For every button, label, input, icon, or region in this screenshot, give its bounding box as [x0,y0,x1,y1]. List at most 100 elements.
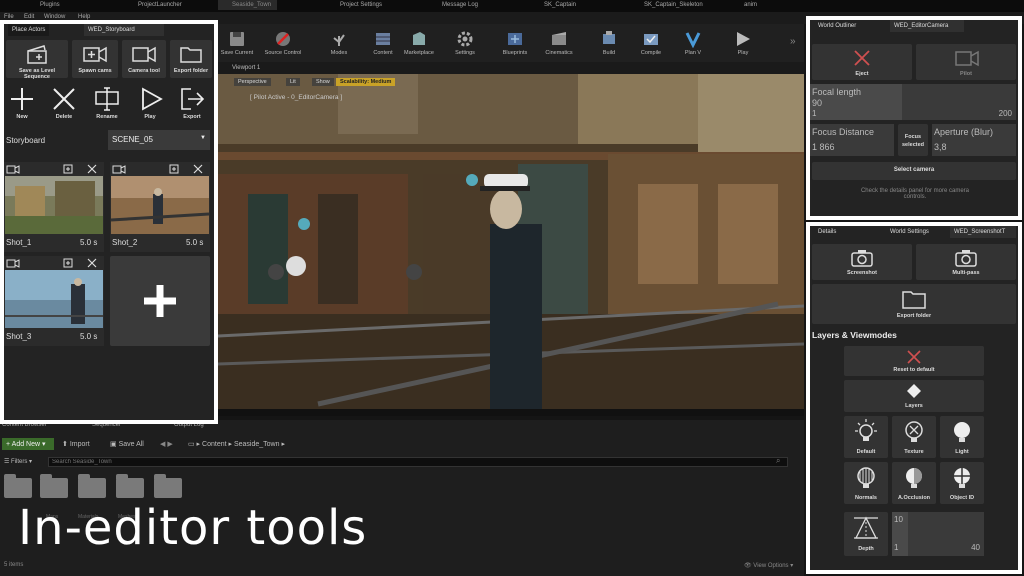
viewport-show-button[interactable]: Show [312,78,334,86]
compile-button[interactable]: Compile [632,28,670,60]
viewmode-occlusion-button[interactable]: A.Occlusion [892,462,936,504]
pilot-button[interactable]: Pilot [916,44,1016,80]
focus-distance-field[interactable]: Focus Distance 1 866 [810,124,894,156]
viewport-scene[interactable]: Perspective Lit Show Scalability: Medium… [218,74,804,416]
eject-button[interactable]: Eject [812,44,912,80]
play-shot-button[interactable]: Play [134,84,166,122]
save-level-sequence-button[interactable]: Save as Level Sequence [6,40,68,80]
viewmode-texture-button[interactable]: Texture [892,416,936,458]
shot-card[interactable]: Shot_1 5.0 s [4,162,104,252]
shot-card[interactable]: Shot_2 5.0 s [110,162,210,252]
shot-card[interactable]: Shot_3 5.0 s [4,256,104,346]
window-tab[interactable]: Project Settings [326,0,388,10]
new-shot-button[interactable]: New [6,84,38,122]
pilot-active-label: [ Pilot Active - 0_EditorCamera ] [250,94,343,101]
folder-icon[interactable] [78,474,106,498]
reset-default-button[interactable]: Reset to default [844,346,984,376]
aperture-label: Aperture (Blur) [934,127,994,137]
breadcrumb-seaside[interactable]: Seaside_Town [234,441,280,448]
window-tab[interactable]: SK_Captain [530,0,582,10]
depth-label: Depth [858,546,874,552]
folder-icon[interactable] [154,474,182,498]
nav-arrows[interactable]: ◀ ▶ [160,440,173,448]
delete-label: Delete [55,114,73,120]
viewport-tab[interactable]: Viewport 1 [218,62,804,74]
screenshot-label: Screenshot [847,270,877,276]
overlay-title: In-editor tools [18,500,368,556]
viewport-perspective-button[interactable]: Perspective [234,78,271,86]
spawn-cams-button[interactable]: Spawn cams [72,40,118,78]
save-all-button[interactable]: ▣ Save All [110,440,144,448]
window-tab[interactable]: Plugins [26,0,66,10]
toolbar-more-chevron-icon[interactable]: » [790,36,796,47]
import-button[interactable]: ⬆ Import [62,440,90,448]
search-icon: ⌕ [776,456,781,465]
viewmode-default-button[interactable]: Default [844,416,888,458]
folder-icon[interactable] [40,474,68,498]
viewmode-normals-button[interactable]: Normals [844,462,888,504]
source-control-button[interactable]: Source Control [264,28,302,60]
folder-icon[interactable] [4,474,32,498]
folder-icon[interactable] [116,474,144,498]
details-tab[interactable]: Details [814,226,840,238]
plan-v-button[interactable]: Plan V [674,28,712,60]
multipass-button[interactable]: Multi-pass [916,244,1016,280]
add-shot-icon[interactable] [168,163,180,175]
add-shot-icon[interactable] [62,257,74,269]
rename-shot-button[interactable]: Rename [90,84,124,122]
export-label: Export [183,114,201,120]
select-camera-button[interactable]: Select camera [812,162,1016,180]
viewmode-light-button[interactable]: Light [940,416,984,458]
view-options-button[interactable]: 👁 View Options ▾ [744,562,793,569]
filters-button[interactable]: ☰ Filters ▾ [4,458,32,465]
layers-button[interactable]: Layers [844,380,984,412]
wed-screenshot-tab[interactable]: WED_ScreenshotT [950,226,1016,238]
focus-selected-button[interactable]: Focus selected [898,124,928,156]
window-tab[interactable]: anim [730,0,763,10]
close-icon[interactable] [192,163,204,175]
settings-button[interactable]: Settings [446,28,484,60]
window-tab[interactable]: Message Log [428,0,484,10]
breadcrumb-content[interactable]: Content [202,441,227,448]
play-icon [737,32,750,46]
shot-duration: 5.0 s [80,332,98,341]
save-current-button[interactable]: Save Current [218,28,256,60]
play-button[interactable]: Play [724,28,762,60]
build-button[interactable]: Build [590,28,628,60]
aperture-field[interactable]: Aperture (Blur) 3,8 [932,124,1016,156]
place-actors-tab[interactable]: Place Actors [8,24,50,36]
scene-select[interactable]: SCENE_05 ▼ [108,130,210,150]
search-input[interactable] [48,457,788,467]
viewmode-object-id-button[interactable]: Object ID [940,462,984,504]
window-tab-active[interactable]: Seaside_Town [218,0,278,10]
depth-range-slider[interactable]: 10 1 40 [892,512,984,556]
delete-shot-button[interactable]: Delete [48,84,80,122]
export-folder-button[interactable]: Export folder [812,284,1016,324]
world-settings-tab[interactable]: World Settings [886,226,933,238]
cinematics-button[interactable]: Cinematics [540,28,578,60]
section-title: Layers & Viewmodes [812,330,897,340]
layers-label: Layers [905,403,923,409]
focal-length-slider[interactable]: Focal length 90 1 200 [810,84,1016,120]
export-shot-button[interactable]: Export [174,84,210,122]
add-shot-icon[interactable] [62,163,74,175]
close-icon[interactable] [86,163,98,175]
screenshot-button[interactable]: Screenshot [812,244,912,280]
viewport-lit-button[interactable]: Lit [286,78,300,86]
wed-editorcamera-tab[interactable]: WED_EditorCamera [890,20,964,32]
add-new-button[interactable]: + Add New ▾ [2,438,54,450]
wed-storyboard-tab[interactable]: WED_Storyboard [84,24,164,36]
close-icon[interactable] [86,257,98,269]
world-outliner-tab[interactable]: World Outliner [814,20,860,32]
window-tab[interactable]: SK_Captain_Skeleton [630,0,709,10]
marketplace-button[interactable]: Marketplace [400,28,438,60]
add-shot-button[interactable] [110,256,210,346]
window-tab[interactable]: ProjectLauncher [124,0,188,10]
depth-button[interactable]: Depth [844,512,888,556]
camera-tool-button[interactable]: Camera tool [122,40,166,78]
export-folder-button[interactable]: Export folder [170,40,212,78]
viewmode-light-label: Light [955,449,969,455]
shot-name: Shot_1 [6,238,32,247]
blueprints-button[interactable]: Blueprints [496,28,534,60]
modes-button[interactable]: Modes [320,28,358,60]
